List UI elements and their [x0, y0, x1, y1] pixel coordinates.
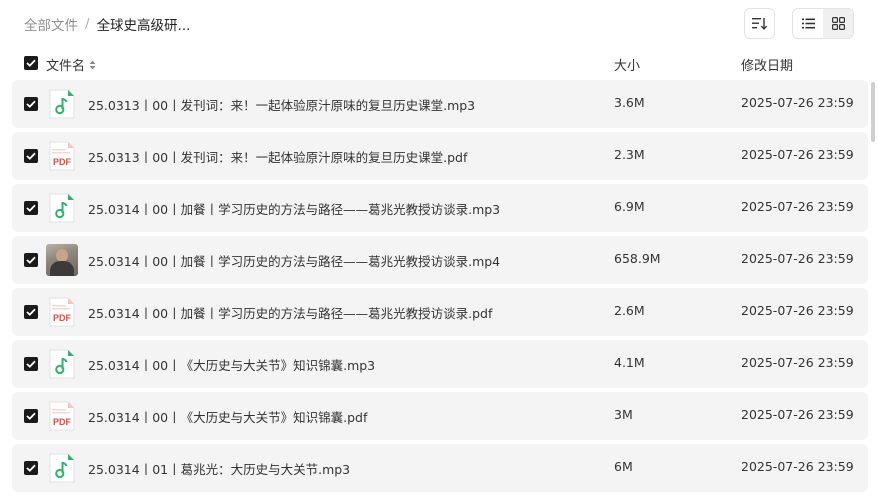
video-thumbnail — [46, 244, 78, 276]
file-checkbox[interactable] — [24, 461, 38, 475]
file-checkbox[interactable] — [24, 201, 38, 215]
file-size: 4.1M — [614, 355, 645, 370]
breadcrumb: 全部文件 / 全球史高级研... — [24, 14, 190, 34]
top-bar: 全部文件 / 全球史高级研... — [0, 0, 878, 48]
svg-text:PDF: PDF — [53, 157, 72, 167]
file-date: 2025-07-26 23:59 — [741, 355, 854, 370]
file-row[interactable]: 25.0314丨00丨加餐丨学习历史的方法与路径——葛兆光教授访谈录.mp3 6.… — [12, 184, 868, 232]
file-size: 2.6M — [614, 303, 645, 318]
file-checkbox[interactable] — [24, 149, 38, 163]
file-name[interactable]: 25.0313丨00丨发刊词：来！一起体验原汁原味的复旦历史课堂.mp3 — [88, 95, 475, 114]
file-name[interactable]: 25.0314丨01丨葛兆光：大历史与大关节.mp3 — [88, 459, 350, 478]
column-header-row: 文件名 大小 修改日期 — [0, 52, 878, 76]
music-note-icon — [46, 192, 78, 224]
music-note-icon — [46, 88, 78, 120]
file-size: 3M — [614, 407, 633, 422]
file-row[interactable]: 25.0313丨00丨发刊词：来！一起体验原汁原味的复旦历史课堂.mp3 3.6M… — [12, 80, 868, 128]
file-size: 2.3M — [614, 147, 645, 162]
file-size: 658.9M — [614, 251, 661, 266]
file-name[interactable]: 25.0313丨00丨发刊词：来！一起体验原汁原味的复旦历史课堂.pdf — [88, 147, 467, 166]
breadcrumb-current-folder: 全球史高级研... — [96, 18, 191, 34]
file-date: 2025-07-26 23:59 — [741, 199, 854, 214]
file-size: 6.9M — [614, 199, 645, 214]
file-name[interactable]: 25.0314丨00丨加餐丨学习历史的方法与路径——葛兆光教授访谈录.mp3 — [88, 199, 500, 218]
file-name[interactable]: 25.0314丨00丨加餐丨学习历史的方法与路径——葛兆光教授访谈录.mp4 — [88, 251, 500, 270]
file-row[interactable]: 25.0314丨01丨葛兆光：大历史与大关节.mp3 6M 2025-07-26 2… — [12, 444, 868, 492]
checkmark-icon — [26, 152, 36, 160]
date-column-header[interactable]: 修改日期 — [741, 55, 793, 74]
sort-button[interactable] — [744, 8, 775, 39]
checkmark-icon — [26, 256, 36, 264]
sort-arrows-icon — [89, 60, 96, 70]
breadcrumb-separator: / — [85, 16, 90, 32]
checkmark-icon — [26, 360, 36, 368]
file-row[interactable]: 25.0314丨00丨《大历史与大关节》知识锦囊.mp3 4.1M 2025-07-… — [12, 340, 868, 388]
grid-view-icon — [831, 17, 845, 30]
file-checkbox[interactable] — [24, 97, 38, 111]
svg-text:PDF: PDF — [53, 417, 72, 427]
file-checkbox[interactable] — [24, 409, 38, 423]
file-date: 2025-07-26 23:59 — [741, 459, 854, 474]
checkmark-icon — [26, 308, 36, 316]
file-row[interactable]: 25.0314丨00丨加餐丨学习历史的方法与路径——葛兆光教授访谈录.mp4 65… — [12, 236, 868, 284]
file-date: 2025-07-26 23:59 — [741, 407, 854, 422]
pdf-file-icon: PDF — [46, 296, 78, 328]
file-name[interactable]: 25.0314丨00丨《大历史与大关节》知识锦囊.mp3 — [88, 355, 375, 374]
svg-text:PDF: PDF — [53, 313, 72, 323]
checkmark-icon — [26, 464, 36, 472]
checkmark-icon — [26, 59, 36, 67]
sort-icon — [752, 18, 767, 30]
name-column-label: 文件名 — [46, 59, 86, 74]
checkmark-icon — [26, 204, 36, 212]
music-note-icon — [46, 452, 78, 484]
music-note-icon — [46, 348, 78, 380]
checkmark-icon — [26, 412, 36, 420]
list-view-button[interactable] — [793, 9, 823, 38]
file-row[interactable]: PDF 25.0313丨00丨发刊词：来！一起体验原汁原味的复旦历史课堂.pdf 2… — [12, 132, 868, 180]
file-date: 2025-07-26 23:59 — [741, 95, 854, 110]
view-mode-toggle — [792, 8, 854, 39]
file-name[interactable]: 25.0314丨00丨加餐丨学习历史的方法与路径——葛兆光教授访谈录.pdf — [88, 303, 492, 322]
file-row[interactable]: PDF 25.0314丨00丨《大历史与大关节》知识锦囊.pdf 3M 2025-07… — [12, 392, 868, 440]
file-checkbox[interactable] — [24, 253, 38, 267]
file-name[interactable]: 25.0314丨00丨《大历史与大关节》知识锦囊.pdf — [88, 407, 367, 426]
name-column-header[interactable]: 文件名 — [46, 55, 96, 74]
file-date: 2025-07-26 23:59 — [741, 303, 854, 318]
select-all-checkbox[interactable] — [24, 56, 38, 70]
file-date: 2025-07-26 23:59 — [741, 251, 854, 266]
file-size: 6M — [614, 459, 633, 474]
file-checkbox[interactable] — [24, 305, 38, 319]
size-column-header[interactable]: 大小 — [614, 55, 640, 74]
pdf-file-icon: PDF — [46, 140, 78, 172]
checkmark-icon — [26, 100, 36, 108]
file-checkbox[interactable] — [24, 357, 38, 371]
list-view-icon — [801, 18, 815, 29]
file-row[interactable]: PDF 25.0314丨00丨加餐丨学习历史的方法与路径——葛兆光教授访谈录.pd… — [12, 288, 868, 336]
breadcrumb-root-link[interactable]: 全部文件 — [24, 14, 78, 34]
pdf-file-icon: PDF — [46, 400, 78, 432]
scrollbar[interactable] — [871, 82, 875, 142]
grid-view-button[interactable] — [823, 9, 853, 38]
file-date: 2025-07-26 23:59 — [741, 147, 854, 162]
file-size: 3.6M — [614, 95, 645, 110]
